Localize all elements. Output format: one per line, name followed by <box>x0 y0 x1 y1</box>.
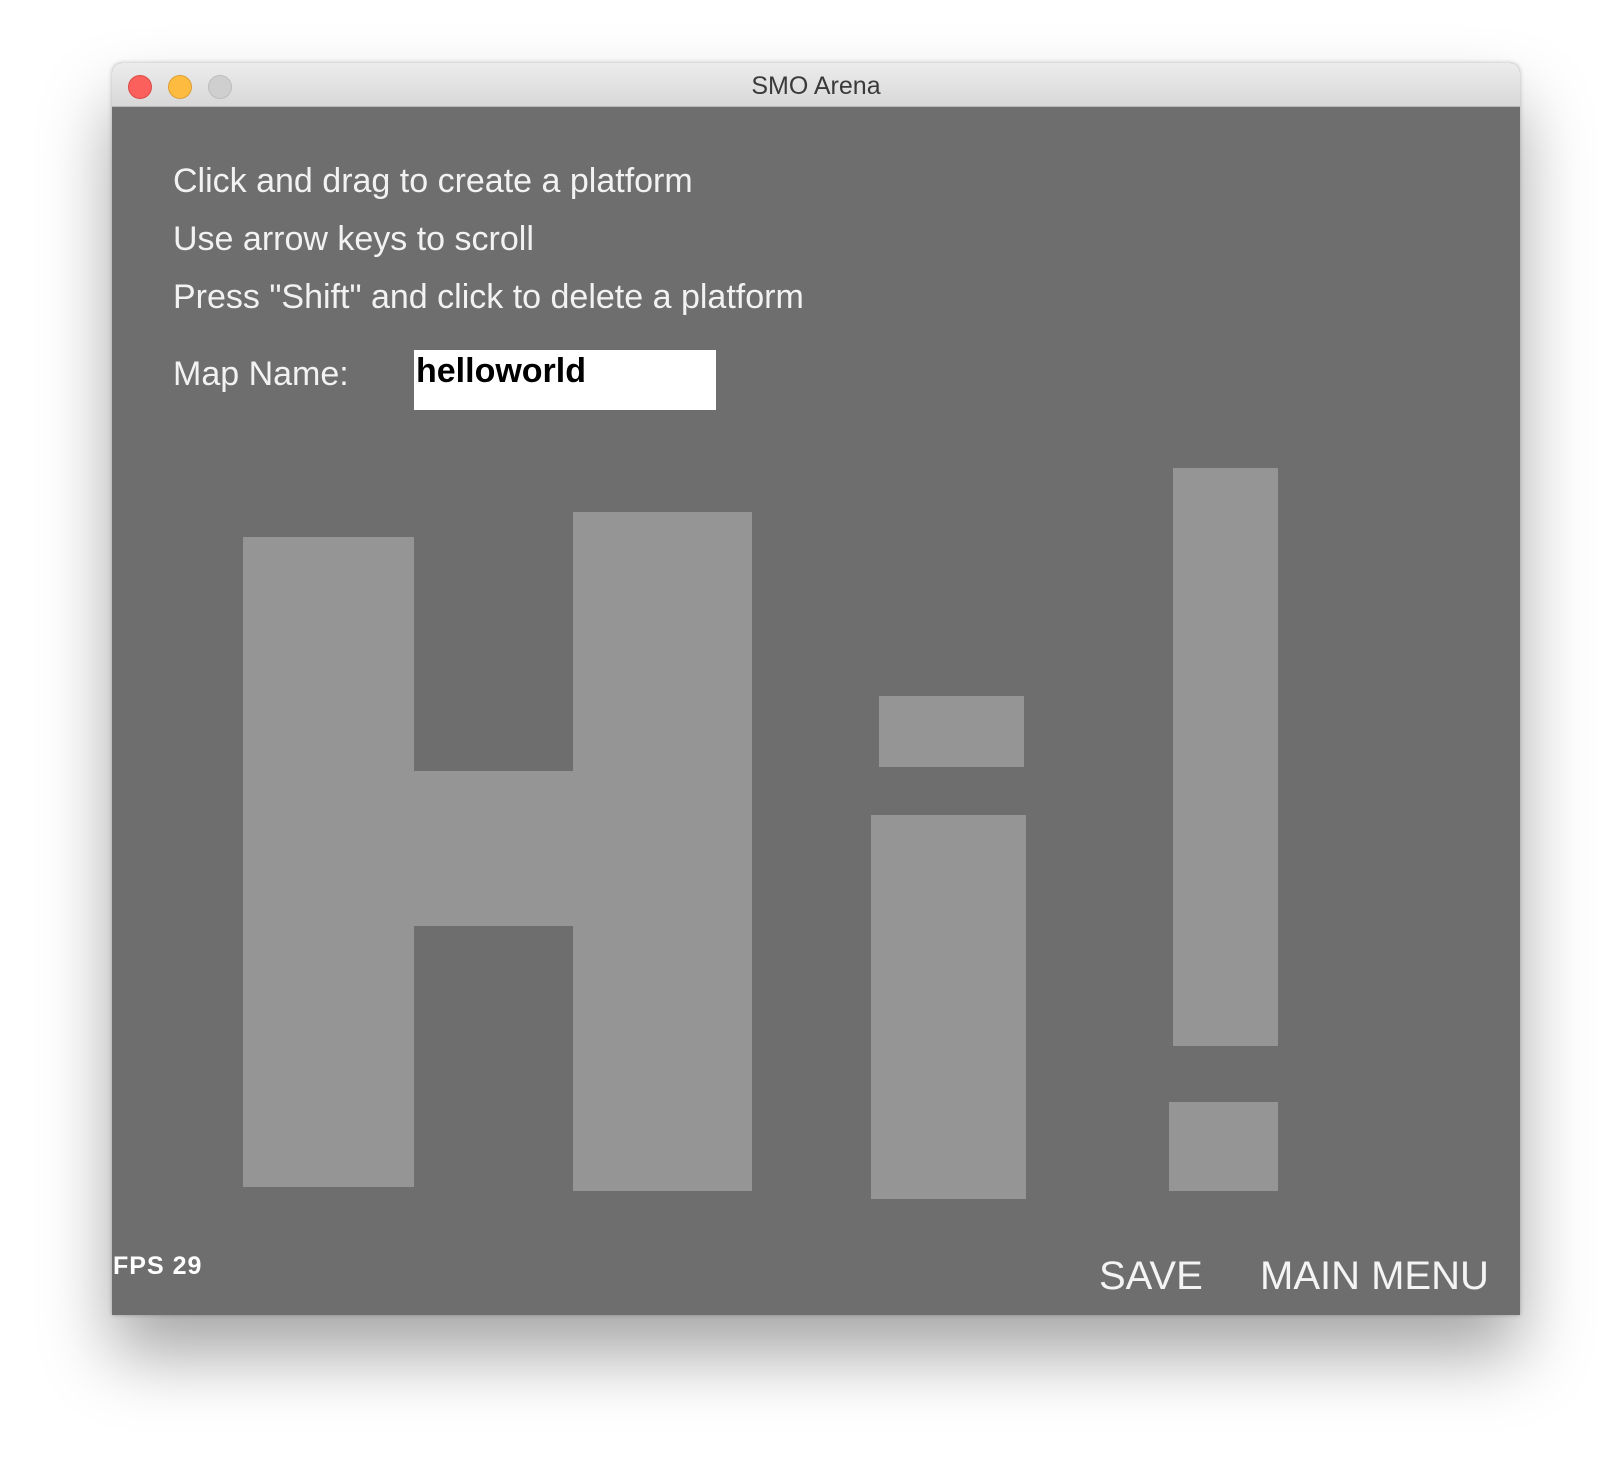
platform[interactable] <box>414 771 573 926</box>
title-bar[interactable]: SMO Arena <box>112 63 1520 107</box>
app-window: SMO Arena Click and drag to create a pla… <box>112 63 1520 1315</box>
main-menu-button[interactable]: MAIN MENU <box>1260 1254 1489 1299</box>
platform[interactable] <box>1173 468 1278 1046</box>
map-name-input[interactable] <box>414 350 716 410</box>
platform[interactable] <box>1169 1102 1278 1191</box>
window-title: SMO Arena <box>751 72 881 100</box>
save-button[interactable]: SAVE <box>1099 1254 1203 1299</box>
platform[interactable] <box>243 537 414 1187</box>
platform[interactable] <box>573 512 752 1191</box>
platform[interactable] <box>871 815 1026 1199</box>
map-editor-canvas[interactable]: Click and drag to create a platform Use … <box>112 107 1520 1315</box>
platform[interactable] <box>879 696 1024 767</box>
map-name-label: Map Name: <box>173 355 349 393</box>
instruction-delete-platform: Press "Shift" and click to delete a plat… <box>173 278 804 316</box>
fps-counter: FPS 29 <box>113 1252 203 1280</box>
instruction-create-platform: Click and drag to create a platform <box>173 162 693 200</box>
instruction-scroll: Use arrow keys to scroll <box>173 220 534 258</box>
